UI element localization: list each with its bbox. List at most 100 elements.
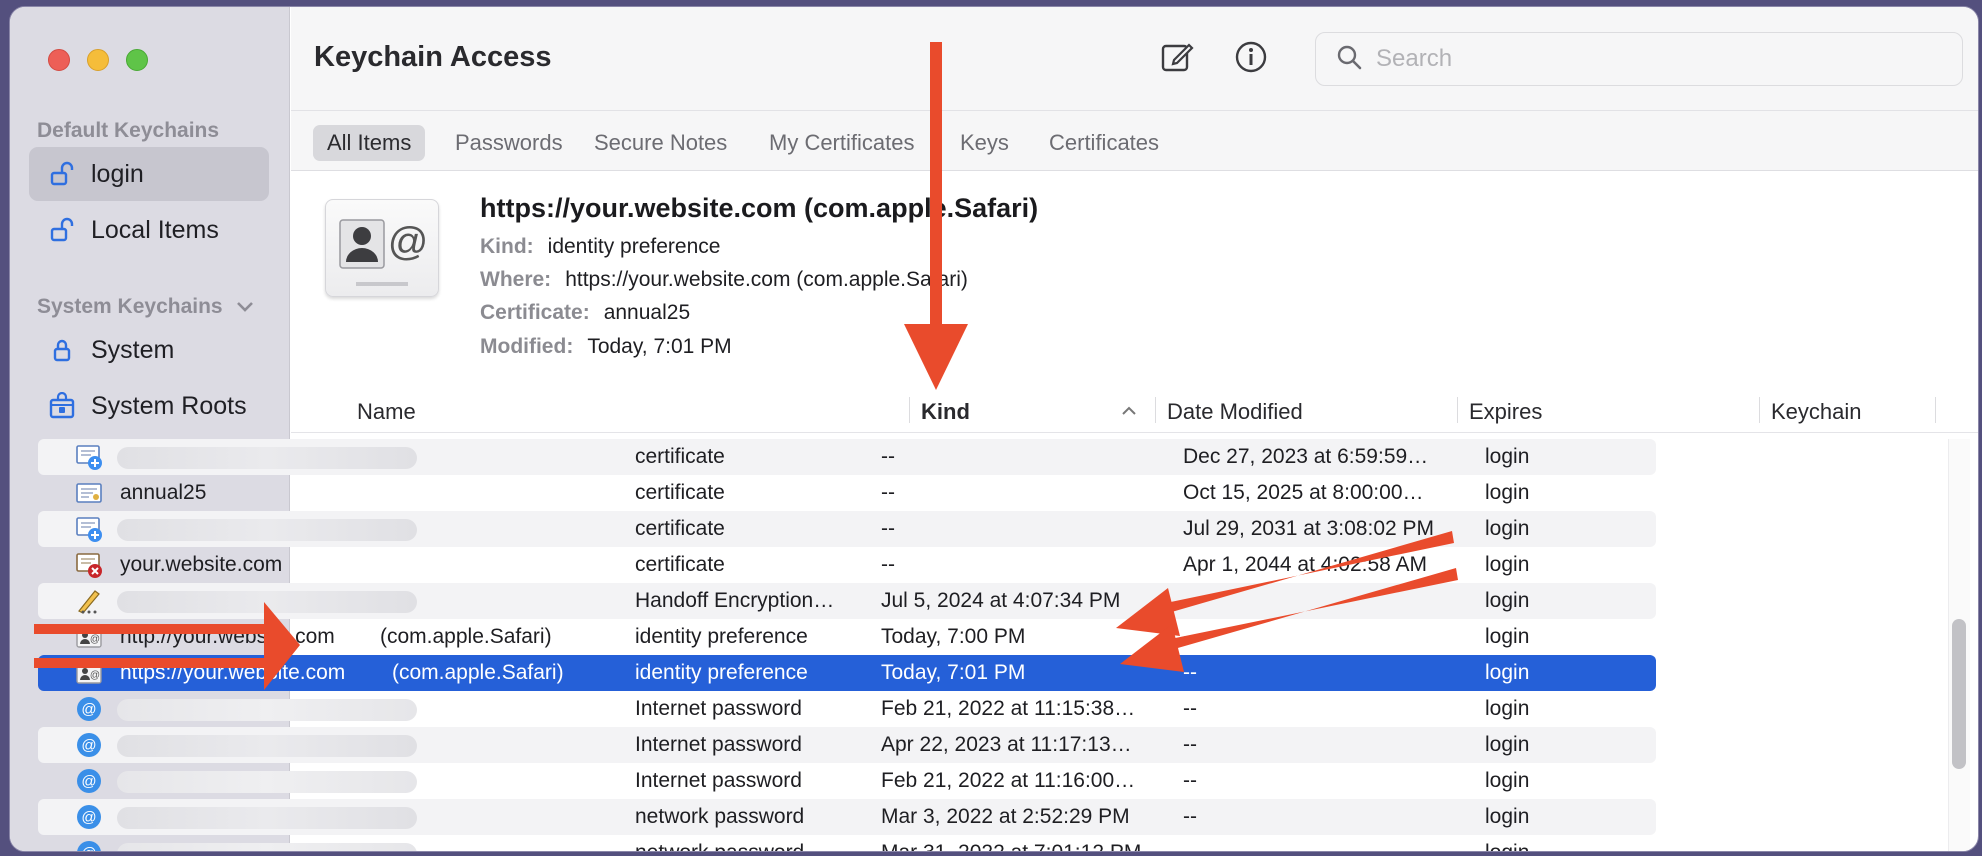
toolbar: Keychain Access [291,7,1978,111]
row-expires: -- [1183,661,1197,684]
info-icon[interactable] [1231,37,1271,77]
tab-certificates[interactable]: Certificates [1035,125,1173,161]
row-date-modified: Apr 22, 2023 at 11:17:13… [881,733,1132,756]
row-date-modified: -- [881,517,895,540]
row-name: your.website.com [120,553,283,576]
identity-preference-large-icon: @ [325,199,439,297]
table-row[interactable]: @ network password Mar 31, 2022 at 7:01:12… [38,835,1656,851]
chevron-down-icon [236,295,254,319]
row-date-modified: -- [881,553,895,576]
detail-modified-row: Modified: Today, 7:01 PM [480,335,732,359]
column-header-date-modified[interactable]: Date Modified [1167,399,1303,425]
detail-title: https://your.website.com (com.apple.Safa… [480,193,1039,223]
row-name: https://your.website.com [120,661,346,684]
detail-certificate-row: Certificate: annual25 [480,301,690,325]
tab-passwords[interactable]: Passwords [441,125,577,161]
table-row[interactable]: your.website.com certificate -- Apr 1, 2044… [38,547,1656,583]
scrollbar-thumb[interactable] [1952,619,1966,769]
row-keychain: login [1485,481,1530,504]
column-divider[interactable] [1935,397,1936,423]
detail-kind-value: identity preference [547,235,721,258]
column-divider[interactable] [909,397,910,423]
sidebar-item-local-items[interactable]: Local Items [29,203,269,257]
column-header-kind[interactable]: Kind [921,399,970,425]
tab-keys[interactable]: Keys [946,125,1023,161]
detail-modified-value: Today, 7:01 PM [587,335,732,358]
search-field[interactable] [1315,32,1963,86]
row-kind: certificate [635,517,725,540]
table-row[interactable]: @ https://your.website.com (com.apple.Safa… [38,655,1656,691]
table-row[interactable]: @ http://your.website.com (com.apple.Safar… [38,619,1656,655]
row-date-modified: Mar 3, 2022 at 2:52:29 PM [881,805,1130,828]
close-window-button[interactable] [48,49,70,71]
certificate-plus-icon [75,515,103,543]
search-input[interactable] [1376,45,1936,73]
row-keychain: login [1485,841,1529,851]
item-detail-panel: @ https://your.website.com (com.apple.Sa… [291,171,1978,385]
svg-text:@: @ [388,220,429,264]
unlocked-padlock-icon [47,159,77,189]
row-date-modified: Jul 5, 2024 at 4:07:34 PM [881,589,1121,612]
column-divider[interactable] [1457,397,1458,423]
app-title: Keychain Access [314,41,552,73]
table-row[interactable]: certificate -- Jul 29, 2031 at 3:08:02 PM l… [38,511,1656,547]
compose-icon[interactable] [1157,37,1197,77]
redacted-name [117,591,417,613]
svg-text:@: @ [90,670,100,681]
redacted-name [117,843,417,851]
row-kind: Internet password [635,697,802,720]
at-sign-icon: @ [75,695,103,723]
tab-secure-notes[interactable]: Secure Notes [580,125,741,161]
detail-kind-label: Kind: [480,235,534,258]
row-keychain: login [1485,661,1530,684]
minimize-window-button[interactable] [87,49,109,71]
redacted-name [117,735,417,757]
table-row[interactable]: annual25 certificate -- Oct 15, 2025 at 8:0… [38,475,1656,511]
row-expires: -- [1183,805,1197,828]
table-row[interactable]: certificate -- Dec 27, 2023 at 6:59:59… log… [38,439,1656,475]
sidebar-item-login[interactable]: login [29,147,269,201]
redacted-name [117,699,417,721]
row-name-suffix: (com.apple.Safari) [380,625,552,648]
identity-preference-icon: @ [75,659,103,687]
table-row[interactable]: @ Internet password Apr 22, 2023 at 11:17:… [38,727,1656,763]
tab-my-certificates[interactable]: My Certificates [755,125,928,161]
table-row[interactable]: @ Internet password Feb 21, 2022 at 11:16:… [38,763,1656,799]
row-keychain: login [1485,589,1530,612]
row-name: annual25 [120,481,207,504]
sidebar-item-system-roots[interactable]: System Roots [29,379,269,433]
table-row[interactable]: Handoff Encryption… Jul 5, 2024 at 4:07:3… [38,583,1656,619]
row-expires: -- [1183,625,1197,648]
row-name-suffix: (com.apple.Safari) [392,661,564,684]
row-keychain: login [1485,805,1530,828]
column-header-name[interactable]: Name [357,399,416,425]
row-keychain: login [1485,445,1530,468]
column-header-expires[interactable]: Expires [1469,399,1542,425]
redacted-name [117,771,417,793]
table-row[interactable]: @ Internet password Feb 21, 2022 at 11:15:… [38,691,1656,727]
zoom-window-button[interactable] [126,49,148,71]
default-keychains-header: Default Keychains [37,119,220,142]
column-header-keychain[interactable]: Keychain [1771,399,1862,425]
redacted-name [117,447,417,469]
row-keychain: login [1485,733,1530,756]
column-divider[interactable] [1759,397,1760,423]
detail-modified-label: Modified: [480,335,574,358]
at-sign-icon: @ [75,731,103,759]
detail-certificate-label: Certificate: [480,301,590,324]
system-keychains-header[interactable]: System Keychains [37,295,254,319]
pencil-icon [75,587,103,615]
sidebar-item-label: Local Items [91,215,219,244]
detail-where-label: Where: [480,268,552,291]
column-divider[interactable] [1155,397,1156,423]
search-icon [1336,44,1362,75]
sidebar-item-label: System Roots [91,391,247,420]
row-keychain: login [1485,769,1530,792]
row-keychain: login [1485,517,1530,540]
table-row[interactable]: @ network password Mar 3, 2022 at 2:52:29 … [38,799,1656,835]
sidebar-item-system[interactable]: System [29,323,269,377]
svg-text:@: @ [81,701,96,718]
svg-text:@: @ [81,737,96,754]
tab-all-items[interactable]: All Items [313,125,426,161]
sidebar-item-label: System [91,335,175,364]
